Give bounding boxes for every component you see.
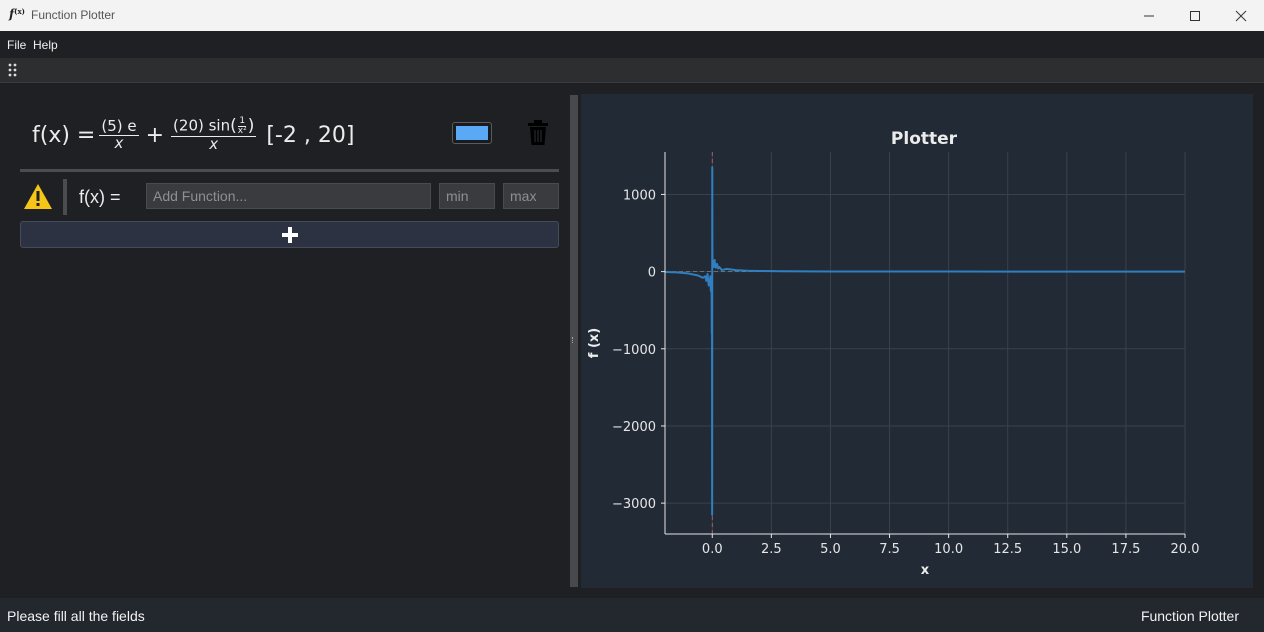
formula-term2: (20) sin (1 x²) x bbox=[171, 115, 257, 154]
formula-term1: (5) e x bbox=[99, 116, 139, 152]
function-label: f(x) = bbox=[79, 187, 121, 207]
y-axis-label: f (x) bbox=[587, 328, 602, 358]
term2-denominator: x bbox=[209, 135, 219, 154]
function-formula: f(x) = (5) e x + (20) sin (1 x²) x [-2 , … bbox=[32, 109, 354, 161]
toolbar bbox=[0, 58, 1264, 83]
menu-help[interactable]: Help bbox=[33, 38, 58, 52]
menu-bar: File Help bbox=[0, 31, 1264, 58]
plot-series bbox=[664, 166, 1186, 516]
plot-ticks: 0.0 2.5 5.0 7.5 10.0 12.5 15.0 17.5 20.0 1000 0 −10… bbox=[612, 188, 1199, 557]
y-tick-label: 0 bbox=[648, 266, 656, 281]
function-list-panel: f(x) = (5) e x + (20) sin (1 x²) x [-2 , … bbox=[0, 83, 570, 596]
minimize-icon bbox=[1144, 15, 1154, 16]
status-message: Please fill all the fields bbox=[7, 608, 145, 624]
plot-axes bbox=[664, 152, 1185, 535]
min-input[interactable] bbox=[439, 183, 495, 209]
panel-splitter[interactable] bbox=[570, 95, 578, 587]
plus-icon bbox=[281, 226, 298, 243]
term1-denominator: x bbox=[114, 133, 124, 152]
y-tick-label: −1000 bbox=[612, 343, 656, 358]
term2-inner-denominator: x² bbox=[237, 126, 247, 137]
x-tick-label: 7.5 bbox=[879, 542, 900, 557]
title-bar: f(x) Function Plotter bbox=[0, 0, 1264, 31]
new-function-row: f(x) = bbox=[20, 176, 560, 216]
reference-lines bbox=[665, 152, 1185, 534]
y-tick-label: −2000 bbox=[612, 420, 656, 435]
add-function-button[interactable] bbox=[20, 221, 559, 248]
x-tick-label: 15.0 bbox=[1052, 542, 1081, 557]
x-tick-label: 20.0 bbox=[1171, 542, 1200, 557]
plot-panel: 0.0 2.5 5.0 7.5 10.0 12.5 15.0 17.5 20.0 1000 0 −10… bbox=[581, 94, 1253, 588]
trash-icon[interactable] bbox=[526, 120, 550, 146]
formula-plus: + bbox=[145, 122, 165, 148]
status-app-name: Function Plotter bbox=[1140, 608, 1239, 624]
separator bbox=[63, 179, 67, 215]
function-entry: f(x) = (5) e x + (20) sin (1 x²) x [-2 , … bbox=[20, 103, 560, 167]
x-tick-label: 5.0 bbox=[820, 542, 841, 557]
minimize-button[interactable] bbox=[1126, 0, 1172, 31]
formula-range: [-2 , 20] bbox=[266, 122, 355, 148]
plot-canvas: 0.0 2.5 5.0 7.5 10.0 12.5 15.0 17.5 20.0 1000 0 −10… bbox=[587, 129, 1199, 578]
app-icon: f(x) bbox=[9, 7, 25, 21]
x-tick-label: 2.5 bbox=[761, 542, 782, 557]
window-title: Function Plotter bbox=[31, 8, 116, 22]
x-tick-label: 0.0 bbox=[702, 542, 723, 557]
plot-grid bbox=[665, 152, 1186, 534]
color-swatch bbox=[456, 126, 488, 140]
x-axis-label: x bbox=[921, 563, 930, 578]
y-tick-label: 1000 bbox=[623, 188, 656, 203]
close-button[interactable] bbox=[1218, 0, 1264, 31]
formula-prefix: f(x) = bbox=[32, 122, 96, 148]
splitter-grip bbox=[572, 337, 576, 343]
status-bar: Please fill all the fields Function Plot… bbox=[0, 598, 1264, 632]
maximize-button[interactable] bbox=[1172, 0, 1218, 31]
menu-file[interactable]: File bbox=[7, 38, 26, 52]
series-line bbox=[664, 166, 1186, 516]
divider bbox=[20, 169, 559, 172]
term2-numerator: (20) sin (1 x²) bbox=[171, 115, 257, 138]
toolbar-drag-handle-icon[interactable] bbox=[8, 63, 18, 77]
x-tick-label: 12.5 bbox=[993, 542, 1022, 557]
chart-title: Plotter bbox=[891, 129, 958, 149]
max-input[interactable] bbox=[503, 183, 559, 209]
y-tick-label: −3000 bbox=[612, 497, 656, 512]
term2-coefficient: (20) sin bbox=[173, 116, 231, 135]
x-tick-label: 17.5 bbox=[1111, 542, 1140, 557]
term1-numerator: (5) e bbox=[99, 116, 139, 136]
maximize-icon bbox=[1190, 10, 1200, 21]
close-icon bbox=[1235, 10, 1247, 21]
function-input[interactable] bbox=[146, 183, 431, 209]
warning-icon bbox=[24, 184, 52, 209]
x-tick-label: 10.0 bbox=[934, 542, 963, 557]
function-color-button[interactable] bbox=[452, 122, 492, 144]
